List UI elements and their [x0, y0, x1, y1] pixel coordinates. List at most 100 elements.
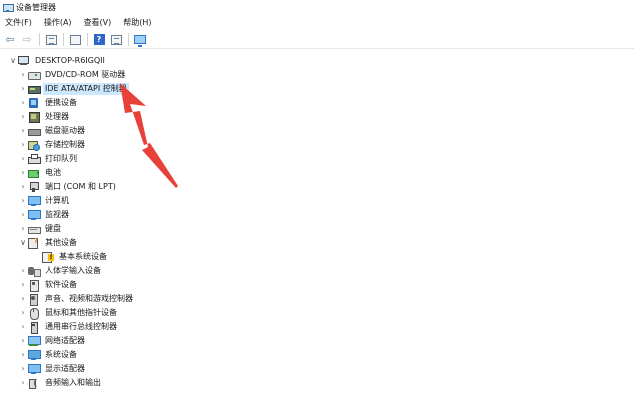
tree-item-label: 电池	[45, 168, 61, 177]
tree-item-keyboards[interactable]: › 键盘	[18, 222, 63, 236]
expand-chevron-icon[interactable]: ›	[18, 278, 28, 292]
toolbar-separator	[87, 33, 88, 46]
tree-item-display-adapters[interactable]: › 显示适配器	[18, 362, 87, 376]
tree-item-software-devices[interactable]: › 软件设备	[18, 278, 79, 292]
system-device-icon	[28, 350, 41, 360]
computer-icon	[18, 56, 29, 66]
tree-item-label: 鼠标和其他指针设备	[45, 308, 117, 317]
sound-controller-icon	[28, 294, 39, 306]
expand-chevron-icon[interactable]: ›	[18, 208, 28, 222]
tree-item-print-queues[interactable]: › 打印队列	[18, 152, 79, 166]
tree-item-other-devices[interactable]: ∨ 其他设备	[18, 236, 79, 250]
expand-chevron-icon[interactable]: ›	[18, 222, 28, 236]
tree-item-label: 系统设备	[45, 350, 77, 359]
menu-view[interactable]: 查看(V)	[83, 17, 113, 28]
port-icon	[28, 182, 39, 192]
toolbar-separator	[39, 33, 40, 46]
drive-icon	[28, 70, 41, 80]
network-adapter-icon	[28, 336, 41, 346]
tree-item-base-system-device[interactable]: 基本系统设备	[42, 250, 109, 264]
printer-icon	[28, 154, 41, 164]
tree-item-label: 软件设备	[45, 280, 77, 289]
expand-chevron-icon[interactable]: ›	[18, 124, 28, 138]
forward-button[interactable]: ⇨	[20, 33, 34, 47]
back-arrow-icon: ⇦	[5, 33, 15, 46]
expand-chevron-icon[interactable]: ›	[18, 180, 28, 194]
audio-io-icon	[28, 378, 39, 389]
back-button[interactable]: ⇦	[3, 33, 17, 47]
tree-item-label: 基本系统设备	[59, 252, 107, 261]
expand-chevron-icon[interactable]: ›	[18, 68, 28, 82]
expand-chevron-icon[interactable]: ›	[18, 362, 28, 376]
tree-item-disk-drives[interactable]: › 磁盘驱动器	[18, 124, 87, 138]
tree-item-ide-ata-atapi[interactable]: › IDE ATA/ATAPI 控制器	[18, 82, 129, 96]
tree-item-label: 声音、视频和游戏控制器	[45, 294, 133, 303]
tree-item-batteries[interactable]: › 电池	[18, 166, 63, 180]
help-button[interactable]: ?	[92, 33, 106, 47]
tree-item-label: 便携设备	[45, 98, 77, 107]
expand-chevron-icon[interactable]: ›	[18, 152, 28, 166]
device-tree[interactable]: ∨ DESKTOP-R6IGQII › DVD/CD-ROM 驱动器 › IDE…	[0, 52, 634, 407]
tree-item-label: 端口 (COM 和 LPT)	[45, 182, 116, 191]
tree-item-monitors[interactable]: › 监视器	[18, 208, 71, 222]
show-hide-console-tree-button[interactable]	[44, 33, 58, 47]
monitor-icon	[28, 210, 41, 220]
disk-drive-icon	[28, 126, 41, 136]
expand-chevron-icon[interactable]: ›	[18, 166, 28, 180]
tree-item-label-selected: IDE ATA/ATAPI 控制器	[43, 83, 129, 95]
tree-item-label: 磁盘驱动器	[45, 126, 85, 135]
tree-item-system-devices[interactable]: › 系统设备	[18, 348, 79, 362]
expand-chevron-icon[interactable]: ›	[18, 194, 28, 208]
expand-chevron-icon[interactable]: ›	[18, 334, 28, 348]
menu-file[interactable]: 文件(F)	[4, 17, 33, 28]
tree-item-sound-video-game-controllers[interactable]: › 声音、视频和游戏控制器	[18, 292, 135, 306]
menu-action[interactable]: 操作(A)	[43, 17, 73, 28]
expand-chevron-icon[interactable]: ›	[18, 82, 28, 96]
expand-chevron-icon[interactable]: ›	[18, 96, 28, 110]
portable-device-icon	[28, 98, 39, 108]
tree-item-label: 存储控制器	[45, 140, 85, 149]
toolbar-separator	[128, 33, 129, 46]
menu-help[interactable]: 帮助(H)	[122, 17, 152, 28]
tree-root[interactable]: ∨ DESKTOP-R6IGQII	[8, 54, 107, 68]
tree-item-audio-inputs-outputs[interactable]: › 音频输入和输出	[18, 376, 103, 390]
tree-item-ports[interactable]: › 端口 (COM 和 LPT)	[18, 180, 118, 194]
collapse-chevron-icon[interactable]: ∨	[18, 236, 28, 250]
expand-chevron-icon[interactable]: ›	[18, 320, 28, 334]
tree-item-label: 通用串行总线控制器	[45, 322, 117, 331]
expand-chevron-icon[interactable]: ›	[18, 138, 28, 152]
tree-item-mice[interactable]: › 鼠标和其他指针设备	[18, 306, 119, 320]
software-device-icon	[28, 280, 39, 292]
expand-chevron-icon[interactable]: ›	[18, 264, 28, 278]
tree-item-storage-controllers[interactable]: › 存储控制器	[18, 138, 87, 152]
tree-item-network-adapters[interactable]: › 网络适配器	[18, 334, 87, 348]
expand-chevron-icon[interactable]: ›	[18, 348, 28, 362]
tree-item-dvd-cdrom[interactable]: › DVD/CD-ROM 驱动器	[18, 68, 127, 82]
tree-item-label: 其他设备	[45, 238, 77, 247]
title-bar: 设备管理器	[0, 0, 634, 14]
tree-item-computer[interactable]: › 计算机	[18, 194, 71, 208]
properties-button[interactable]	[68, 33, 82, 47]
mouse-icon	[28, 308, 39, 320]
tree-item-portable-devices[interactable]: › 便携设备	[18, 96, 79, 110]
expand-chevron-icon[interactable]: ›	[18, 376, 28, 390]
computer-icon	[28, 196, 41, 206]
tree-item-processors[interactable]: › 处理器	[18, 110, 71, 124]
tree-item-label: 音频输入和输出	[45, 378, 101, 387]
expand-chevron-icon[interactable]: ›	[18, 110, 28, 124]
tree-item-label: 网络适配器	[45, 336, 85, 345]
expand-chevron-icon[interactable]: ›	[18, 292, 28, 306]
tree-item-usb-controllers[interactable]: › 通用串行总线控制器	[18, 320, 119, 334]
tree-item-label: DVD/CD-ROM 驱动器	[45, 70, 126, 79]
tree-item-human-interface-devices[interactable]: › 人体学输入设备	[18, 264, 103, 278]
collapse-chevron-icon[interactable]: ∨	[8, 54, 18, 68]
toolbar: ⇦ ⇨ ?	[0, 31, 634, 49]
tree-item-label: 处理器	[45, 112, 69, 121]
console-tree-icon	[45, 34, 57, 45]
hid-icon	[28, 266, 41, 277]
expand-chevron-icon[interactable]: ›	[18, 306, 28, 320]
scan-hardware-button[interactable]	[133, 33, 147, 47]
show-hide-action-pane-button[interactable]	[109, 33, 123, 47]
window-title: 设备管理器	[16, 2, 56, 12]
other-devices-icon	[28, 237, 39, 249]
